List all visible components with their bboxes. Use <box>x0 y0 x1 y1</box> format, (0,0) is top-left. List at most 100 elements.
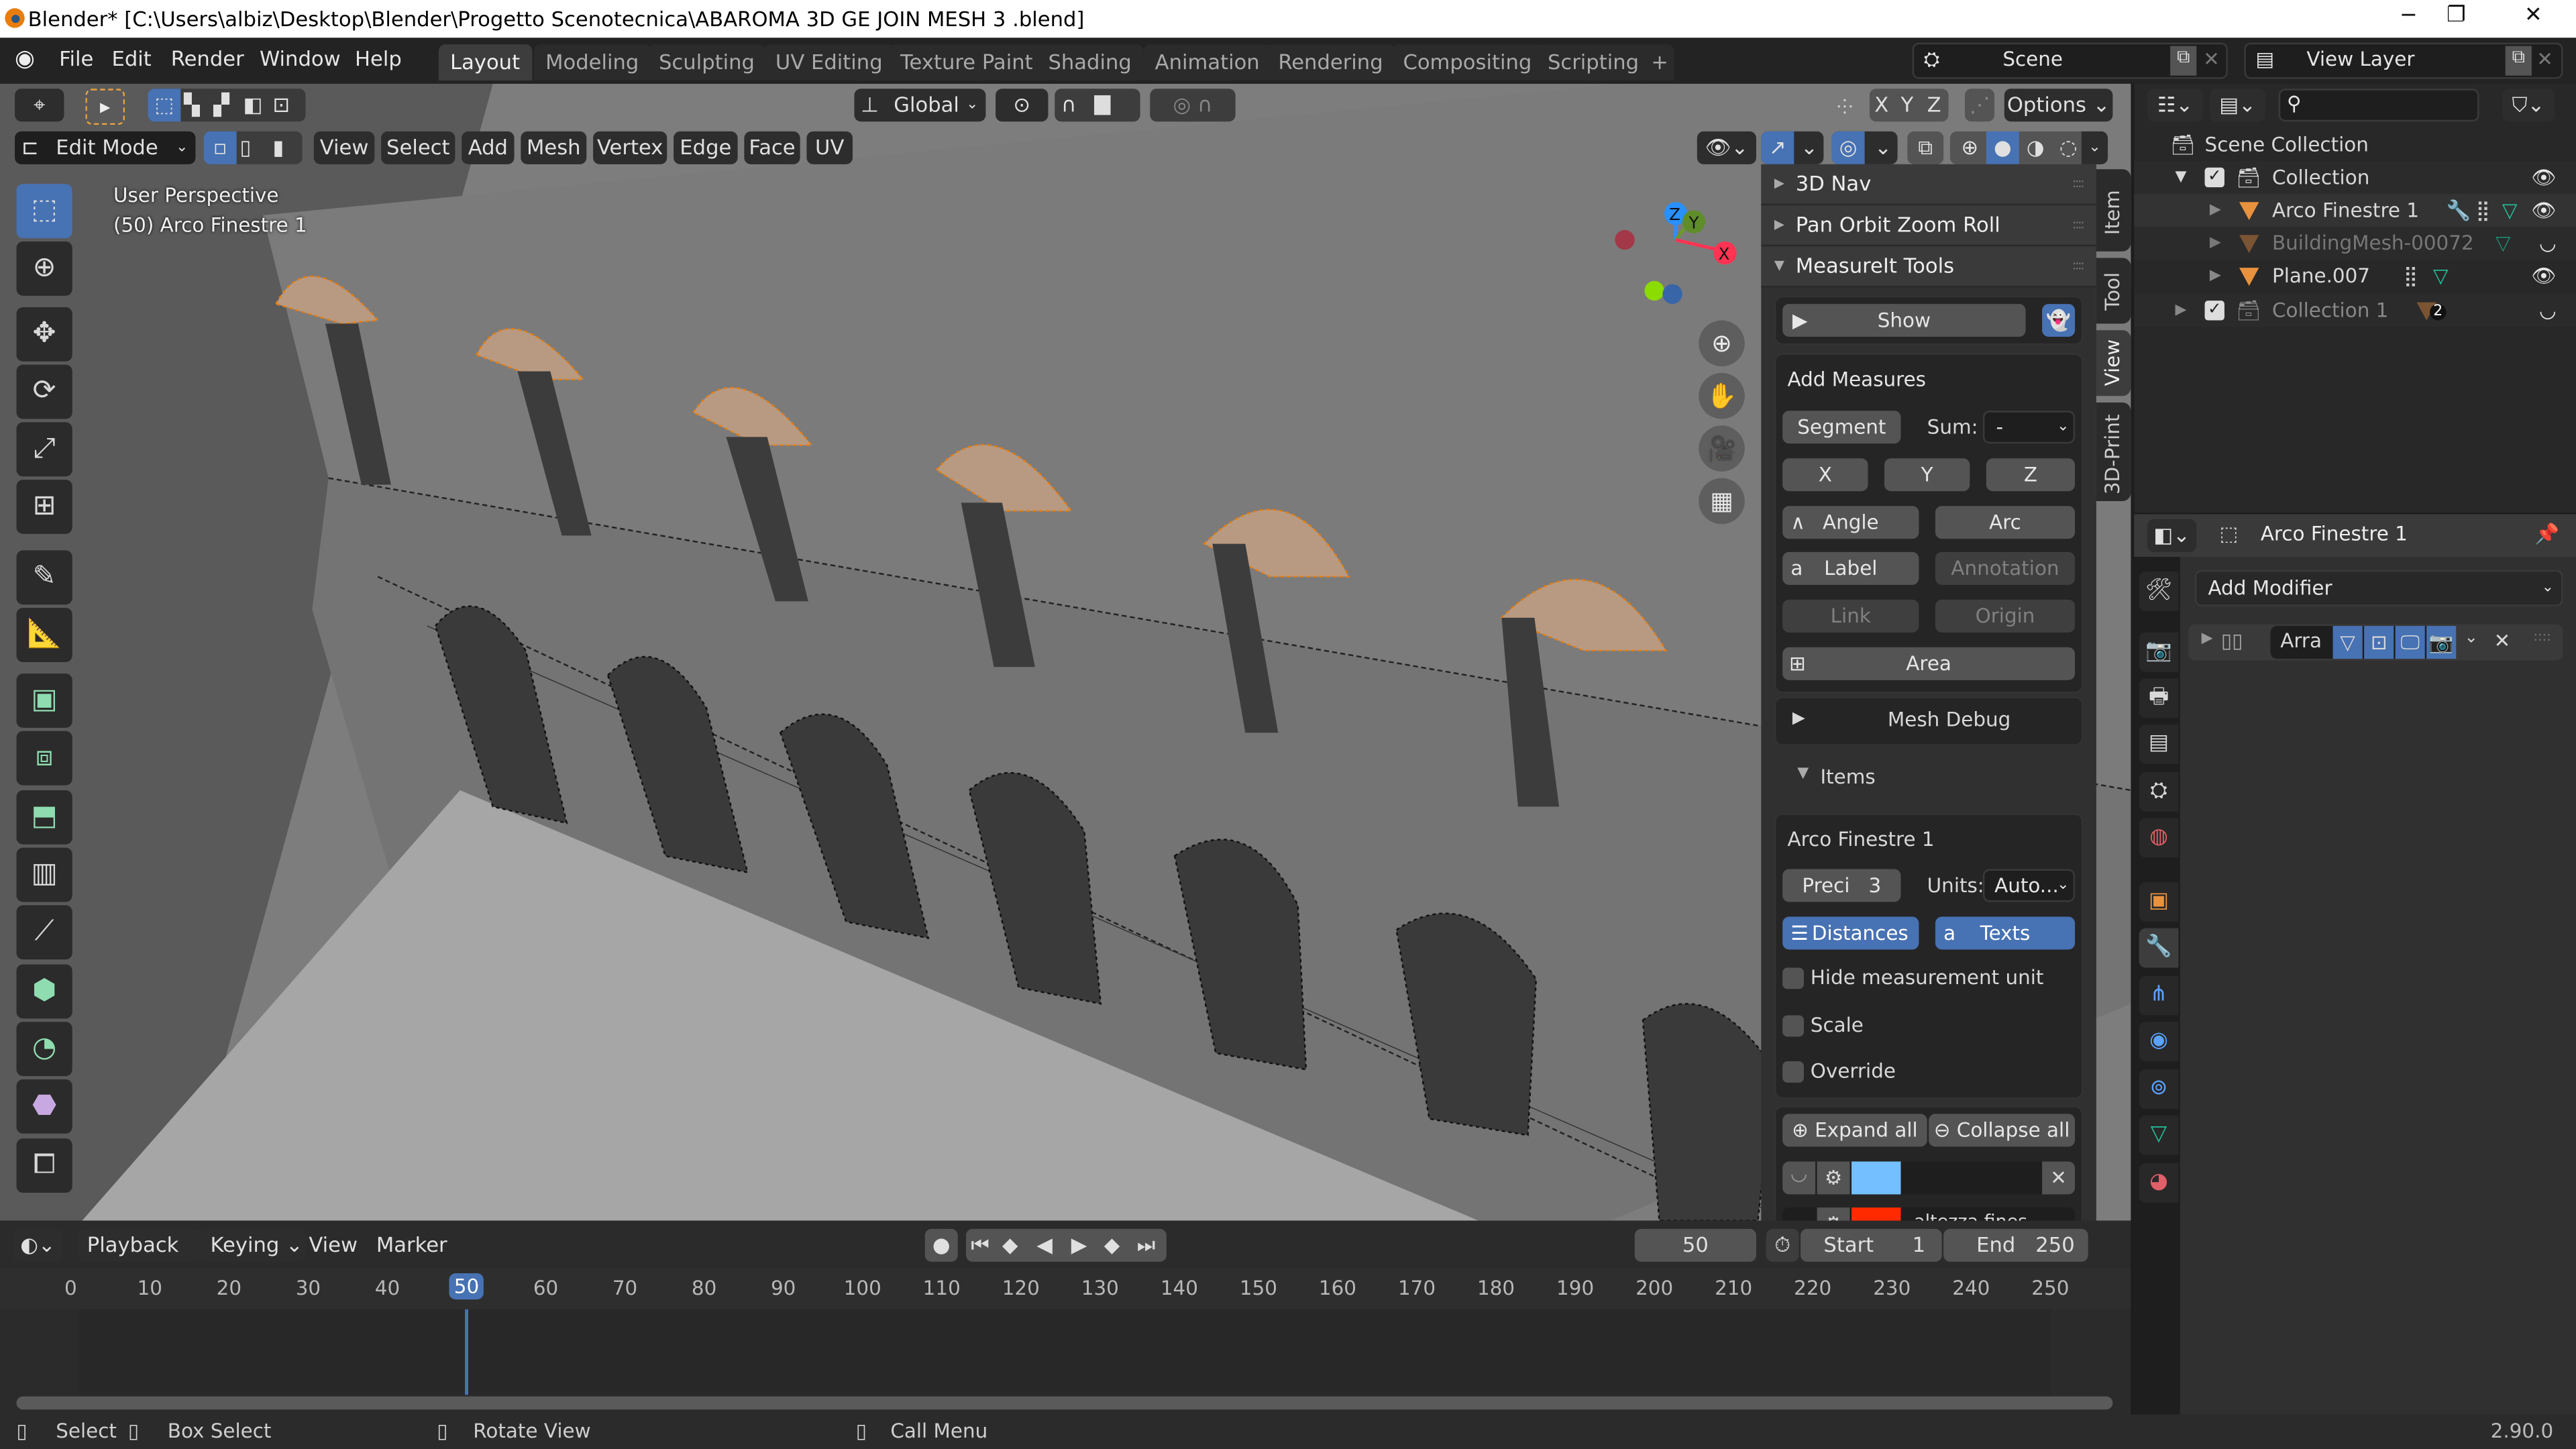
sidebar-tab-tool[interactable]: Tool <box>2096 258 2131 324</box>
rendered-shading-icon[interactable]: ◌ <box>2052 131 2085 164</box>
outliner-row-buildingmesh[interactable]: ▶ BuildingMesh-00072 ▽ ◡ <box>2134 226 2576 260</box>
pivot-point-dropdown[interactable]: ⊙ <box>996 89 1049 122</box>
maximize-button[interactable]: ❐ <box>2423 3 2489 33</box>
panel-pan-orbit[interactable]: ▶ Pan Orbit Zoom Roll:::: <box>1761 205 2096 247</box>
editor-type-button[interactable]: ◧⌄ <box>2147 519 2197 552</box>
link-button[interactable]: Link <box>1782 599 1919 633</box>
area-button[interactable]: ⊞ Area <box>1782 647 2076 680</box>
outliner-search-input[interactable]: ⚲ <box>2278 89 2479 122</box>
xray-toggle[interactable]: ⧉ <box>1907 131 1944 164</box>
distances-toggle[interactable]: ☰ Distances <box>1782 916 1919 950</box>
render-toggle-icon[interactable]: 📷 <box>2426 626 2457 659</box>
properties-tab-world[interactable]: ◍ <box>2139 818 2179 858</box>
outliner-row-plane[interactable]: ▶ Plane.007 ⣿ ▽ 👁 <box>2134 260 2576 292</box>
chevron-down-icon[interactable]: ⌄ <box>2464 629 2478 647</box>
tool-smooth[interactable]: ⬣ <box>16 1079 72 1134</box>
edit-mode-toggle-icon[interactable]: ▽ <box>2332 626 2363 659</box>
tab-texture-paint[interactable]: Texture Paint <box>888 44 1044 81</box>
arc-button[interactable]: Arc <box>1935 506 2076 539</box>
segment-button[interactable]: Segment <box>1782 411 1901 444</box>
eye-icon[interactable]: 👁 <box>2531 260 2556 292</box>
pin-icon[interactable]: 📌 <box>2535 523 2560 545</box>
tab-modeling[interactable]: Modeling <box>533 44 651 81</box>
gizmo-toggle[interactable]: ↗ ⌄ <box>1761 131 1824 164</box>
sidebar-tab-view[interactable]: View <box>2096 330 2131 396</box>
origin-button[interactable]: Origin <box>1935 599 2076 633</box>
tool-spin[interactable]: ◔ <box>16 1022 72 1077</box>
select-tool-icon[interactable]: ▸ <box>85 89 125 125</box>
units-dropdown[interactable]: Auto... ⌄ <box>1982 869 2076 902</box>
topology-mirror-icon[interactable]: ⋰ <box>1965 89 1995 122</box>
tab-uv-editing[interactable]: UV Editing <box>763 44 894 81</box>
horizontal-scrollbar[interactable] <box>16 1396 2113 1410</box>
visibility-toggle-icon[interactable]: ◡ <box>1782 1161 1816 1195</box>
select-mode-group[interactable]: ▫ ▯ ▮ <box>203 131 303 164</box>
properties-tab-scene[interactable]: ⛭ <box>2139 772 2179 812</box>
tab-shading[interactable]: Shading <box>1036 44 1143 81</box>
display-mode-dropdown[interactable]: ☷⌄ <box>2147 89 2204 122</box>
navigation-gizmo[interactable]: Z Y X <box>1607 199 1754 313</box>
view-layer-filter-dropdown[interactable]: ▤⌄ <box>2209 89 2266 122</box>
editor-type-button[interactable]: ⌖ <box>15 89 64 122</box>
array-modifier-panel[interactable]: ▶ ▯▯ Arra ▽ ⊡ 🖵 📷 ⌄ ✕ :::: <box>2188 624 2563 661</box>
tool-measure[interactable]: 📐 <box>16 608 72 662</box>
tab-compositing[interactable]: Compositing <box>1391 44 1544 81</box>
proportional-editing-toggle[interactable]: ◎ ∩ <box>1150 89 1236 122</box>
measure-row[interactable]: ◡ ⚙ ✕ <box>1782 1161 2076 1195</box>
properties-tab-modifiers[interactable]: 🔧 <box>2139 928 2179 968</box>
visibility-dropdown[interactable]: 👁⌄ <box>1697 131 1756 164</box>
angle-button[interactable]: ∧ Angle <box>1782 506 1919 539</box>
tab-scripting[interactable]: Scripting <box>1536 44 1651 81</box>
pan-view-button[interactable]: ✋ <box>1699 372 1745 419</box>
expand-arrow-icon[interactable]: ▶ <box>2210 194 2221 227</box>
items-expand-icon[interactable]: ▼ <box>1797 765 1809 782</box>
expand-arrow-icon[interactable]: ▶ <box>2202 631 2213 647</box>
tool-scale[interactable]: ⤢ <box>16 422 72 477</box>
transform-orientation-dropdown[interactable]: ⊥ Global ⌄ <box>854 89 986 122</box>
delete-measure-icon[interactable]: ✕ <box>2042 1161 2076 1195</box>
expand-arrow-icon[interactable]: ▼ <box>2175 161 2186 194</box>
close-button[interactable]: ✕ <box>2500 3 2566 33</box>
tab-rendering[interactable]: Rendering <box>1267 44 1395 81</box>
tab-sculpting[interactable]: Sculpting <box>647 44 767 81</box>
measure-color-swatch[interactable] <box>1851 1161 1901 1195</box>
select-new-icon[interactable]: ⬚ <box>148 89 181 122</box>
menu-window[interactable]: Window <box>260 46 341 71</box>
tool-transform[interactable]: ⊞ <box>16 480 72 534</box>
playhead[interactable] <box>465 1309 468 1395</box>
menu-view[interactable]: View <box>313 131 375 164</box>
settings-gear-icon[interactable]: ⚙ <box>1817 1161 1850 1195</box>
tool-annotate[interactable]: ✎ <box>16 550 72 605</box>
mesh-debug-panel[interactable]: ▶ Mesh Debug <box>1774 696 2084 746</box>
tool-cursor[interactable]: ⊕ <box>16 241 72 296</box>
properties-tab-output[interactable]: 🖶 <box>2139 678 2179 718</box>
eye-icon[interactable]: 👁 <box>2531 194 2556 227</box>
edge-select-icon[interactable]: ▯ <box>240 131 252 164</box>
properties-tab-tool[interactable]: 🛠 <box>2139 572 2179 612</box>
on-cage-toggle-icon[interactable]: ⊡ <box>2364 626 2394 659</box>
selection-mode-group[interactable]: ⬚ ▚ ▞ ◧ ⊡ <box>148 89 306 122</box>
new-view-layer-icon[interactable]: ⧉ <box>2505 46 2532 76</box>
collection-checkbox[interactable]: ✓ <box>2204 301 2224 321</box>
scene-selector[interactable]: ⛭ Scene ⧉ ✕ <box>1912 42 2228 79</box>
properties-tab-render[interactable]: 📷 <box>2139 632 2179 672</box>
texts-toggle[interactable]: a Texts <box>1935 916 2076 950</box>
mirror-y-button[interactable]: Y <box>1900 89 1913 121</box>
drag-handle-icon[interactable]: :::: <box>2533 629 2551 644</box>
wireframe-shading-icon[interactable]: ⊕ <box>1953 131 1986 164</box>
sidebar-tab-item[interactable]: Item <box>2096 169 2131 252</box>
solid-shading-icon[interactable]: ● <box>1986 131 2019 164</box>
eye-hidden-icon[interactable]: ◡ <box>2539 227 2557 260</box>
blender-menu-icon[interactable]: ◉ <box>15 46 41 72</box>
face-select-icon[interactable]: ▮ <box>273 131 284 164</box>
eye-hidden-icon[interactable]: ◡ <box>2539 294 2557 327</box>
add-modifier-dropdown[interactable]: Add Modifier ⌄ <box>2194 570 2563 606</box>
menu-edge[interactable]: Edge <box>674 131 738 164</box>
delete-scene-icon[interactable]: ✕ <box>2203 48 2220 70</box>
tool-bevel[interactable]: ⬒ <box>16 790 72 845</box>
select-subtract-icon[interactable]: ▞ <box>213 89 229 121</box>
vertex-select-icon[interactable]: ▫ <box>203 131 237 164</box>
precision-field[interactable]: Preci 3 <box>1782 869 1901 902</box>
shading-mode-group[interactable]: ⊕ ● ◑ ◌ ⌄ <box>1949 131 2108 164</box>
tool-knife[interactable]: ⟋ <box>16 905 72 960</box>
